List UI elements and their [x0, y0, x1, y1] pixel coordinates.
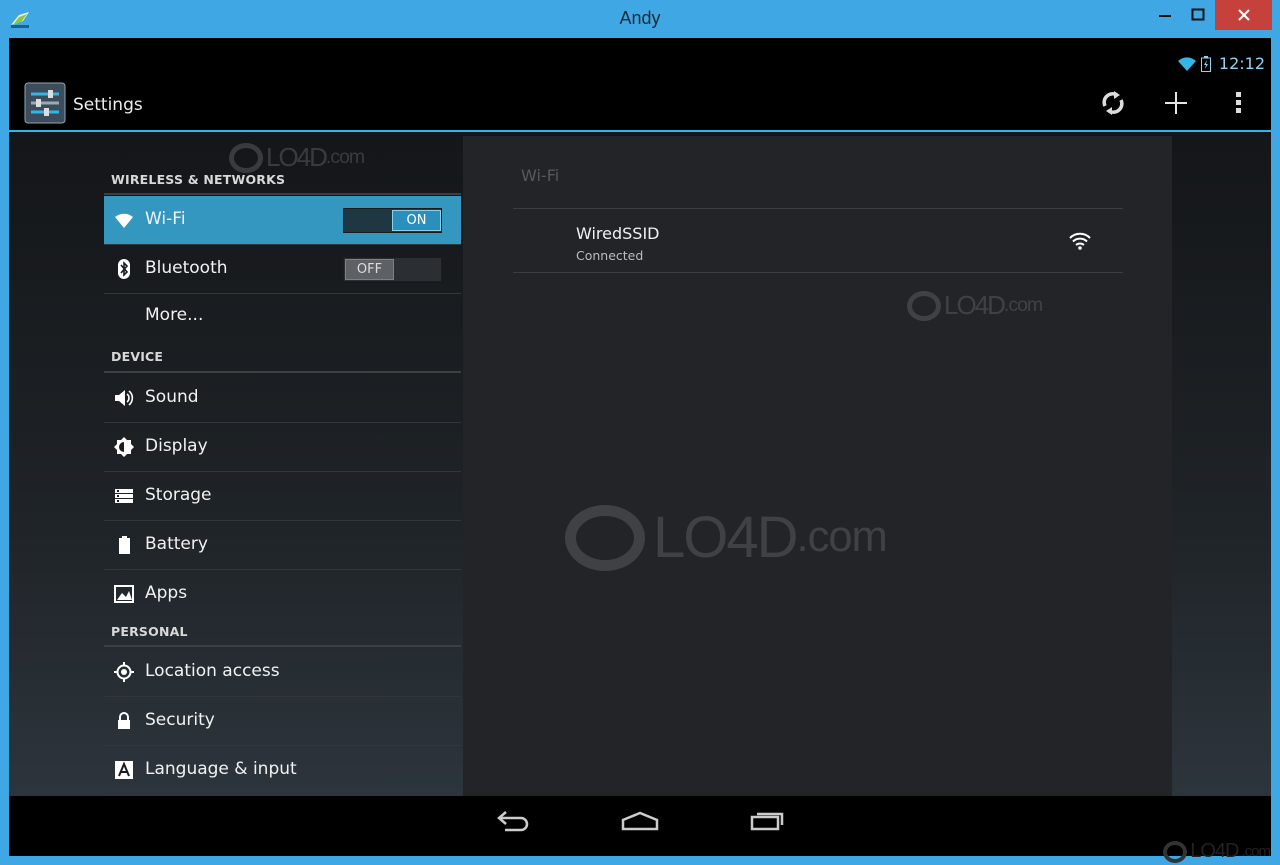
storage-icon — [115, 489, 133, 503]
sidebar-item-label: Battery — [145, 534, 208, 554]
sidebar-item-label: Apps — [145, 583, 188, 603]
minimize-icon — [1159, 15, 1171, 17]
watermark-logo-icon — [1163, 840, 1188, 863]
sidebar-item-label: Display — [145, 436, 208, 456]
section-divider — [104, 193, 461, 195]
window-title: Andy — [619, 8, 661, 28]
back-icon — [497, 811, 529, 832]
watermark-text: LO4D — [1190, 840, 1239, 862]
watermark-suffix: .com — [325, 146, 365, 168]
watermark-suffix: .com — [1003, 294, 1043, 316]
watermark-suffix: .com — [796, 513, 888, 561]
brightness-icon — [114, 437, 134, 457]
language-icon — [115, 761, 133, 779]
sidebar-item-label: Wi-Fi — [145, 209, 186, 229]
sidebar-item-label: Security — [145, 710, 215, 730]
lock-icon — [118, 712, 130, 729]
recent-apps-button[interactable] — [747, 806, 787, 836]
home-icon — [621, 811, 659, 831]
maximize-button[interactable] — [1183, 0, 1213, 30]
watermark-text: LO4D — [266, 142, 328, 172]
close-icon — [1237, 9, 1250, 21]
close-button[interactable] — [1215, 0, 1272, 30]
network-name: WiredSSID — [576, 224, 660, 243]
sidebar-item-battery[interactable]: Battery — [104, 521, 461, 569]
minimize-button[interactable] — [1150, 0, 1180, 30]
battery-icon — [1200, 55, 1211, 72]
wifi-icon — [1177, 56, 1196, 71]
sidebar-item-apps[interactable]: Apps — [104, 570, 461, 618]
wifi-icon — [115, 213, 133, 228]
network-status: Connected — [576, 248, 644, 263]
wifi-signal-icon — [1069, 232, 1091, 250]
location-icon — [114, 662, 134, 682]
section-divider — [104, 371, 461, 373]
sidebar-item-label: More... — [145, 305, 204, 325]
battery-icon — [119, 536, 130, 554]
sidebar-item-label: Sound — [145, 387, 199, 407]
sidebar-item-bluetooth[interactable]: Bluetooth OFF — [104, 245, 461, 293]
watermark-logo: LO4D .com — [229, 142, 365, 173]
watermark-logo: LO4D .com — [565, 504, 888, 571]
sidebar-item-security[interactable]: Security — [104, 697, 461, 745]
sidebar-item-more[interactable]: More... — [104, 294, 461, 342]
sidebar-item-label: Language & input — [145, 759, 297, 779]
android-screen: 12:12 Settings WIRELESS & NETWORKS Wi-Fi… — [9, 38, 1271, 856]
watermark-logo: LO4D .com — [907, 290, 1043, 321]
detail-divider — [513, 208, 1123, 209]
section-header-personal: PERSONAL — [111, 624, 188, 639]
corner-watermark: LO4D .com — [1163, 840, 1271, 863]
section-header-wireless: WIRELESS & NETWORKS — [111, 172, 286, 187]
sidebar-item-label: Location access — [145, 661, 280, 681]
add-button[interactable] — [1161, 88, 1191, 118]
sidebar-item-sound[interactable]: Sound — [104, 374, 461, 422]
bluetooth-icon — [118, 259, 130, 279]
apps-icon — [114, 585, 134, 603]
sync-icon — [1102, 91, 1124, 115]
settings-sidebar: WIRELESS & NETWORKS Wi-Fi ON Bluetooth O… — [104, 132, 461, 796]
wifi-detail-pane: Wi-Fi WiredSSID Connected — [463, 136, 1172, 796]
bluetooth-toggle[interactable]: OFF — [343, 257, 442, 282]
detail-divider — [513, 272, 1123, 273]
overflow-menu-button[interactable] — [1224, 88, 1254, 118]
watermark-logo-icon — [907, 290, 941, 321]
recent-apps-icon — [750, 812, 784, 831]
sidebar-item-storage[interactable]: Storage — [104, 472, 461, 520]
settings-content: WIRELESS & NETWORKS Wi-Fi ON Bluetooth O… — [9, 132, 1271, 796]
watermark-text: LO4D — [944, 290, 1006, 320]
status-time: 12:12 — [1218, 54, 1265, 73]
sidebar-item-location[interactable]: Location access — [104, 648, 461, 696]
sidebar-item-wifi[interactable]: Wi-Fi ON — [104, 196, 461, 244]
sidebar-item-label: Storage — [145, 485, 212, 505]
watermark-text: LO4D — [653, 505, 799, 570]
bluetooth-toggle-state: OFF — [345, 259, 394, 280]
sync-button[interactable] — [1098, 88, 1128, 118]
home-button[interactable] — [620, 806, 660, 836]
detail-header: Wi-Fi — [521, 166, 560, 185]
sidebar-item-label: Bluetooth — [145, 258, 228, 278]
wifi-toggle-state: ON — [392, 210, 441, 231]
settings-app-icon[interactable] — [24, 82, 66, 124]
sidebar-item-display[interactable]: Display — [104, 423, 461, 471]
section-header-device: DEVICE — [111, 349, 164, 364]
back-button[interactable] — [494, 806, 534, 836]
section-divider — [104, 645, 461, 647]
action-bar: Settings — [9, 78, 1271, 132]
wifi-toggle[interactable]: ON — [343, 208, 442, 233]
maximize-icon — [1191, 8, 1205, 21]
page-title: Settings — [73, 95, 143, 115]
watermark-logo-icon — [229, 142, 263, 173]
watermark-suffix: .com — [1241, 843, 1270, 860]
window-titlebar: Andy — [0, 0, 1280, 38]
status-bar: 12:12 — [9, 38, 1271, 78]
add-icon — [1165, 92, 1187, 114]
watermark-logo-icon — [565, 504, 645, 571]
speaker-icon — [115, 390, 134, 406]
overflow-menu-icon — [1236, 92, 1241, 113]
navigation-bar — [9, 796, 1271, 856]
sidebar-item-language[interactable]: Language & input — [104, 746, 461, 794]
